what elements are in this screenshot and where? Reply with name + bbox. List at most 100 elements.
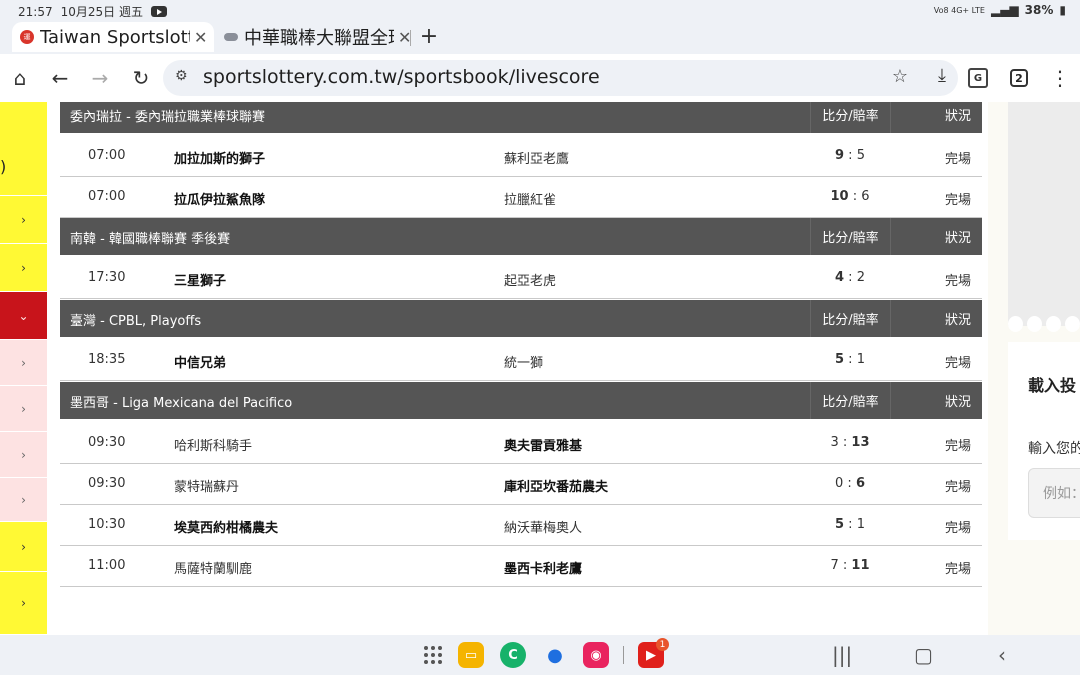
match-status: 完場 bbox=[944, 356, 971, 371]
home-team: 馬薩特蘭馴鹿 bbox=[174, 562, 253, 577]
messages-app-icon[interactable]: ● bbox=[542, 642, 568, 668]
status-bar: 21:57 10月25日 週五 Vo8 4G+ LTE ▂▄▆ 38% ▮ bbox=[0, 0, 1080, 22]
match-row[interactable]: 10:30 埃莫西約柑橘農夫 納沃華梅奧人 5 : 1 完場 bbox=[60, 505, 982, 546]
match-score: 5 : 1 bbox=[835, 352, 865, 367]
sidebar-subitem-1[interactable]: › bbox=[0, 340, 47, 386]
line-call-app-icon[interactable]: C bbox=[500, 642, 526, 668]
match-row[interactable]: 17:30 三星獅子 起亞老虎 4 : 2 完場 bbox=[60, 258, 982, 299]
match-score: 7 : 11 bbox=[830, 558, 870, 573]
away-team: 拉臘紅雀 bbox=[504, 193, 557, 208]
tab-cpbl[interactable]: 中華職棒大聯盟全球資訊網 ✕ bbox=[216, 22, 412, 52]
away-team: 奧夫雷貢雅基 bbox=[504, 439, 583, 454]
match-row[interactable]: 18:35 中信兄弟 統一獅 5 : 1 完場 bbox=[60, 340, 982, 381]
translate-icon[interactable]: G bbox=[968, 68, 988, 88]
league-name: 南韓 - 韓國職棒聯賽 季後賽 bbox=[70, 232, 231, 247]
bookmark-star-icon[interactable]: ☆ bbox=[892, 66, 908, 87]
home-icon[interactable]: ⌂ bbox=[6, 64, 34, 92]
recent-apps-icon[interactable]: ||| bbox=[832, 643, 852, 667]
match-time: 17:30 bbox=[88, 270, 126, 285]
back-arrow-icon[interactable]: ← bbox=[46, 64, 74, 92]
download-icon[interactable]: ⤓ bbox=[938, 65, 946, 86]
sidebar-partial-text: ) bbox=[0, 157, 7, 176]
site-info-icon[interactable]: ⚙ bbox=[175, 68, 193, 86]
tab-switcher-button[interactable]: 2 bbox=[1010, 69, 1028, 87]
match-status: 完場 bbox=[944, 152, 971, 167]
new-tab-plus-icon[interactable]: + bbox=[418, 24, 440, 49]
match-score: 9 : 5 bbox=[835, 148, 865, 163]
match-status: 完場 bbox=[944, 193, 971, 208]
match-time: 07:00 bbox=[88, 189, 126, 204]
sidebar-item-4[interactable]: › bbox=[0, 522, 47, 572]
close-tab-icon[interactable]: ✕ bbox=[194, 28, 207, 47]
page-content: ) › › ⌄ › › › › › › 委內瑞拉 - 委內瑞拉職業棒球聯賽 比分… bbox=[0, 102, 1080, 635]
chevron-right-icon: › bbox=[21, 212, 26, 227]
score-column-header: 比分/賠率 bbox=[810, 218, 890, 255]
android-nav-bar: ▭ C ● ◉ ▶ 1 ||| ▢ ‹ bbox=[0, 635, 1080, 675]
match-row[interactable]: 07:00 拉瓜伊拉鯊魚隊 拉臘紅雀 10 : 6 完場 bbox=[60, 177, 982, 218]
away-team: 墨西卡利老鷹 bbox=[504, 562, 583, 577]
match-score: 5 : 1 bbox=[835, 517, 865, 532]
home-team: 中信兄弟 bbox=[174, 356, 227, 371]
signal-icon: ▂▄▆ bbox=[990, 3, 1019, 17]
away-team: 統一獅 bbox=[504, 356, 544, 371]
sidebar-item-1[interactable] bbox=[0, 102, 47, 196]
youtube-notification-icon bbox=[150, 6, 167, 17]
address-bar[interactable]: ⚙ sportslottery.com.tw/sportsbook/livesc… bbox=[163, 60, 958, 96]
match-row[interactable]: 11:00 馬薩特蘭馴鹿 墨西卡利老鷹 7 : 11 完場 bbox=[60, 546, 982, 587]
load-bet-input[interactable]: 例如： bbox=[1028, 468, 1080, 518]
match-status: 完場 bbox=[944, 439, 971, 454]
match-time: 11:00 bbox=[88, 558, 126, 573]
back-button-icon[interactable]: ‹ bbox=[998, 643, 1006, 667]
home-team: 埃莫西約柑橘農夫 bbox=[174, 521, 279, 536]
chevron-right-icon: › bbox=[21, 355, 26, 370]
home-team: 哈利斯科騎手 bbox=[174, 439, 253, 454]
league-header: 墨西哥 - Liga Mexicana del Pacifico 比分/賠率 狀… bbox=[60, 382, 982, 419]
match-status: 完場 bbox=[944, 274, 971, 289]
forward-arrow-icon[interactable]: → bbox=[86, 64, 114, 92]
banner-scallop bbox=[1008, 316, 1080, 332]
sidebar-item-3[interactable]: › bbox=[0, 244, 47, 292]
overflow-menu-icon[interactable]: ⋮ bbox=[1050, 66, 1070, 90]
app-drawer-icon[interactable] bbox=[424, 646, 442, 664]
away-team: 庫利亞坎番茄農夫 bbox=[504, 480, 609, 495]
sidebar-item-5[interactable]: › bbox=[0, 572, 47, 635]
match-score: 4 : 2 bbox=[835, 270, 865, 285]
score-column-header: 比分/賠率 bbox=[810, 382, 890, 419]
url-text[interactable]: sportslottery.com.tw/sportsbook/livescor… bbox=[203, 66, 600, 88]
match-status: 完場 bbox=[944, 521, 971, 536]
away-team: 蘇利亞老鷹 bbox=[504, 152, 570, 167]
match-time: 09:30 bbox=[88, 476, 126, 491]
load-bet-title: 載入投 bbox=[1028, 376, 1077, 395]
home-button-icon[interactable]: ▢ bbox=[914, 643, 933, 667]
match-time: 18:35 bbox=[88, 352, 126, 367]
match-row[interactable]: 09:30 蒙特瑞蘇丹 庫利亞坎番茄農夫 0 : 6 完場 bbox=[60, 464, 982, 505]
tab-divider bbox=[410, 30, 411, 46]
sportslottery-favicon-icon: 運 bbox=[20, 30, 34, 44]
status-column-header: 狀況 bbox=[890, 300, 982, 337]
sidebar-subitem-2[interactable]: › bbox=[0, 386, 47, 432]
files-app-icon[interactable]: ▭ bbox=[458, 642, 484, 668]
tab-taiwan-sportslottery[interactable]: 運 Taiwan Sportslottery ✕ bbox=[12, 22, 214, 52]
sidebar-item-2[interactable]: › bbox=[0, 196, 47, 244]
camera-app-icon[interactable]: ◉ bbox=[583, 642, 609, 668]
sidebar-item-baseball-expanded[interactable]: ⌄ bbox=[0, 292, 47, 340]
load-bet-label: 輸入您的 bbox=[1028, 441, 1080, 457]
reload-icon[interactable]: ↻ bbox=[127, 64, 155, 92]
tab-strip: 運 Taiwan Sportslottery ✕ 中華職棒大聯盟全球資訊網 ✕ … bbox=[0, 22, 1080, 54]
home-team: 加拉加斯的獅子 bbox=[174, 152, 266, 167]
tab-title: Taiwan Sportslottery bbox=[40, 26, 190, 48]
cpbl-favicon-icon bbox=[224, 33, 238, 41]
match-row[interactable]: 07:00 加拉加斯的獅子 蘇利亞老鷹 9 : 5 完場 bbox=[60, 136, 982, 177]
match-row[interactable]: 09:30 哈利斯科騎手 奧夫雷貢雅基 3 : 13 完場 bbox=[60, 423, 982, 464]
sidebar-subitem-3[interactable]: › bbox=[0, 432, 47, 478]
league-header: 南韓 - 韓國職棒聯賽 季後賽 比分/賠率 狀況 bbox=[60, 218, 982, 255]
sidebar-subitem-4[interactable]: › bbox=[0, 478, 47, 522]
league-name: 墨西哥 - Liga Mexicana del Pacifico bbox=[70, 396, 293, 411]
browser-toolbar: ⌂ ← → ↻ ⚙ sportslottery.com.tw/sportsboo… bbox=[0, 54, 1080, 102]
chevron-right-icon: › bbox=[21, 260, 26, 275]
network-indicator: Vo8 4G+ LTE bbox=[933, 5, 985, 15]
right-panel: 載入投 輸入您的 例如： bbox=[988, 102, 1080, 635]
chevron-right-icon: › bbox=[21, 447, 26, 462]
match-score: 10 : 6 bbox=[830, 189, 870, 204]
dock-separator bbox=[623, 646, 624, 664]
